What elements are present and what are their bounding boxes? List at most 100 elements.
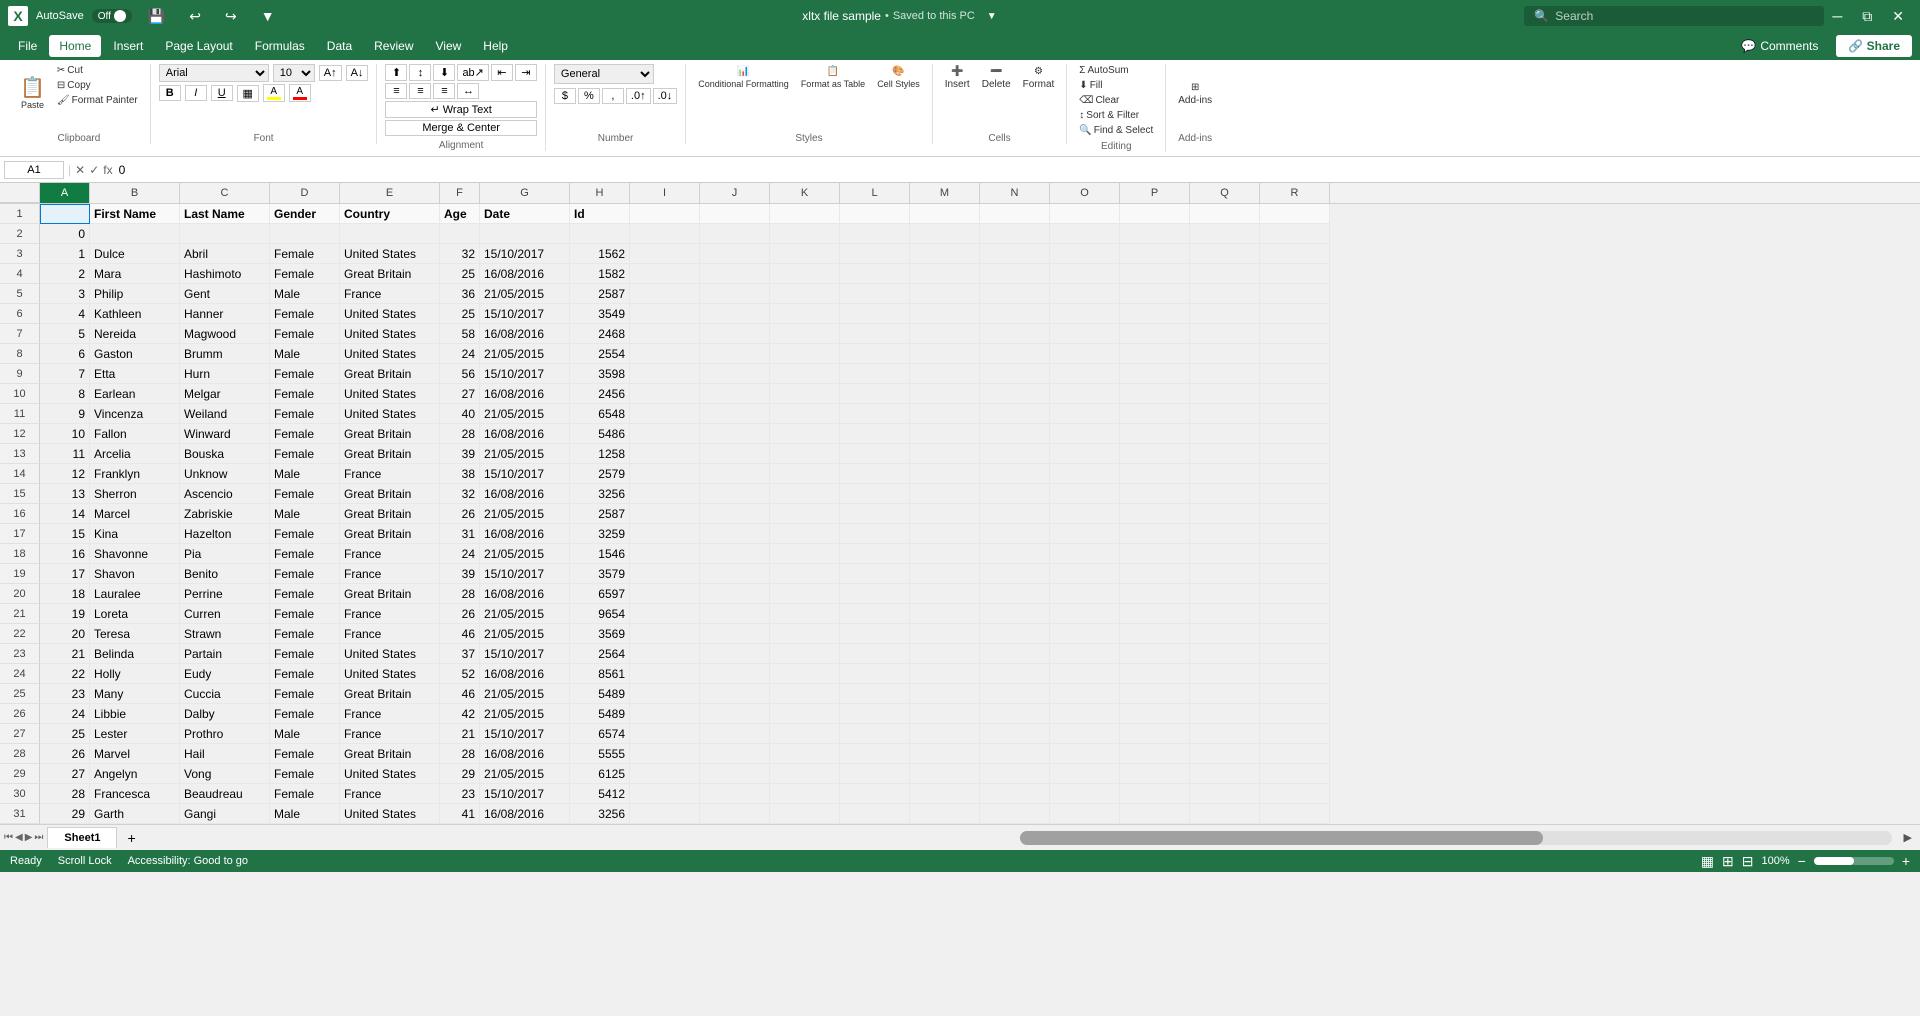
cell-Q3[interactable]: [1190, 244, 1260, 264]
cell-G4[interactable]: 16/08/2016: [480, 264, 570, 284]
cell-G19[interactable]: 15/10/2017: [480, 564, 570, 584]
cell-K10[interactable]: [770, 384, 840, 404]
cell-I20[interactable]: [630, 584, 700, 604]
col-header-G[interactable]: G: [480, 183, 570, 203]
cell-B28[interactable]: Marvel: [90, 744, 180, 764]
formula-input[interactable]: [117, 161, 1916, 179]
cell-J6[interactable]: [700, 304, 770, 324]
cell-N9[interactable]: [980, 364, 1050, 384]
cell-O11[interactable]: [1050, 404, 1120, 424]
cell-G27[interactable]: 15/10/2017: [480, 724, 570, 744]
row-num-26[interactable]: 26: [0, 704, 40, 724]
cell-P29[interactable]: [1120, 764, 1190, 784]
cell-Q4[interactable]: [1190, 264, 1260, 284]
cell-C8[interactable]: Brumm: [180, 344, 270, 364]
cell-K16[interactable]: [770, 504, 840, 524]
cell-H13[interactable]: 1258: [570, 444, 630, 464]
cell-C23[interactable]: Partain: [180, 644, 270, 664]
cell-B1[interactable]: First Name: [90, 204, 180, 224]
cell-O9[interactable]: [1050, 364, 1120, 384]
sheet-nav-prev[interactable]: ◀: [15, 832, 23, 843]
cell-A16[interactable]: 14: [40, 504, 90, 524]
row-num-18[interactable]: 18: [0, 544, 40, 564]
cell-I5[interactable]: [630, 284, 700, 304]
row-num-1[interactable]: 1: [0, 204, 40, 224]
wrap-text-button[interactable]: ↵ Wrap Text: [385, 101, 536, 118]
cell-Q5[interactable]: [1190, 284, 1260, 304]
cell-C5[interactable]: Gent: [180, 284, 270, 304]
cell-F16[interactable]: 26: [440, 504, 480, 524]
cell-O26[interactable]: [1050, 704, 1120, 724]
cell-M7[interactable]: [910, 324, 980, 344]
cell-C27[interactable]: Prothro: [180, 724, 270, 744]
cell-C1[interactable]: Last Name: [180, 204, 270, 224]
cell-H20[interactable]: 6597: [570, 584, 630, 604]
cell-M5[interactable]: [910, 284, 980, 304]
cell-O3[interactable]: [1050, 244, 1120, 264]
cell-A26[interactable]: 24: [40, 704, 90, 724]
cell-N22[interactable]: [980, 624, 1050, 644]
cell-M22[interactable]: [910, 624, 980, 644]
cell-G13[interactable]: 21/05/2015: [480, 444, 570, 464]
cell-K9[interactable]: [770, 364, 840, 384]
sheet-nav-last[interactable]: ⏭: [34, 832, 43, 843]
cell-M14[interactable]: [910, 464, 980, 484]
col-header-P[interactable]: P: [1120, 183, 1190, 203]
cell-B19[interactable]: Shavon: [90, 564, 180, 584]
cell-E23[interactable]: United States: [340, 644, 440, 664]
cell-E31[interactable]: United States: [340, 804, 440, 824]
bold-button[interactable]: B: [159, 85, 181, 101]
row-num-27[interactable]: 27: [0, 724, 40, 744]
col-header-N[interactable]: N: [980, 183, 1050, 203]
cell-G6[interactable]: 15/10/2017: [480, 304, 570, 324]
cell-B14[interactable]: Franklyn: [90, 464, 180, 484]
cell-A5[interactable]: 3: [40, 284, 90, 304]
row-num-8[interactable]: 8: [0, 344, 40, 364]
cell-N29[interactable]: [980, 764, 1050, 784]
cell-P26[interactable]: [1120, 704, 1190, 724]
cell-O8[interactable]: [1050, 344, 1120, 364]
cell-C26[interactable]: Dalby: [180, 704, 270, 724]
cell-R29[interactable]: [1260, 764, 1330, 784]
cell-F23[interactable]: 37: [440, 644, 480, 664]
cell-I19[interactable]: [630, 564, 700, 584]
cell-J5[interactable]: [700, 284, 770, 304]
cell-R9[interactable]: [1260, 364, 1330, 384]
cell-M26[interactable]: [910, 704, 980, 724]
cell-K19[interactable]: [770, 564, 840, 584]
cell-F25[interactable]: 46: [440, 684, 480, 704]
cell-L28[interactable]: [840, 744, 910, 764]
cell-D18[interactable]: Female: [270, 544, 340, 564]
cell-E11[interactable]: United States: [340, 404, 440, 424]
cell-J31[interactable]: [700, 804, 770, 824]
fill-color-button[interactable]: A: [263, 84, 285, 102]
cell-H12[interactable]: 5486: [570, 424, 630, 444]
cell-C2[interactable]: [180, 224, 270, 244]
col-header-I[interactable]: I: [630, 183, 700, 203]
cell-J16[interactable]: [700, 504, 770, 524]
cell-P27[interactable]: [1120, 724, 1190, 744]
cell-K20[interactable]: [770, 584, 840, 604]
cell-J1[interactable]: [700, 204, 770, 224]
share-button[interactable]: 🔗 Share: [1836, 35, 1912, 57]
cell-F28[interactable]: 28: [440, 744, 480, 764]
cell-J23[interactable]: [700, 644, 770, 664]
cell-O21[interactable]: [1050, 604, 1120, 624]
cell-B11[interactable]: Vincenza: [90, 404, 180, 424]
cell-N26[interactable]: [980, 704, 1050, 724]
align-top-button[interactable]: ⬆: [385, 64, 407, 81]
cell-D8[interactable]: Male: [270, 344, 340, 364]
cell-J26[interactable]: [700, 704, 770, 724]
cell-C24[interactable]: Eudy: [180, 664, 270, 684]
cell-K4[interactable]: [770, 264, 840, 284]
row-num-31[interactable]: 31: [0, 804, 40, 824]
col-header-R[interactable]: R: [1260, 183, 1330, 203]
cell-F22[interactable]: 46: [440, 624, 480, 644]
cell-P17[interactable]: [1120, 524, 1190, 544]
cell-B10[interactable]: Earlean: [90, 384, 180, 404]
cell-F17[interactable]: 31: [440, 524, 480, 544]
cell-R8[interactable]: [1260, 344, 1330, 364]
cell-B22[interactable]: Teresa: [90, 624, 180, 644]
redo-button[interactable]: ↪: [217, 4, 245, 29]
cell-M18[interactable]: [910, 544, 980, 564]
